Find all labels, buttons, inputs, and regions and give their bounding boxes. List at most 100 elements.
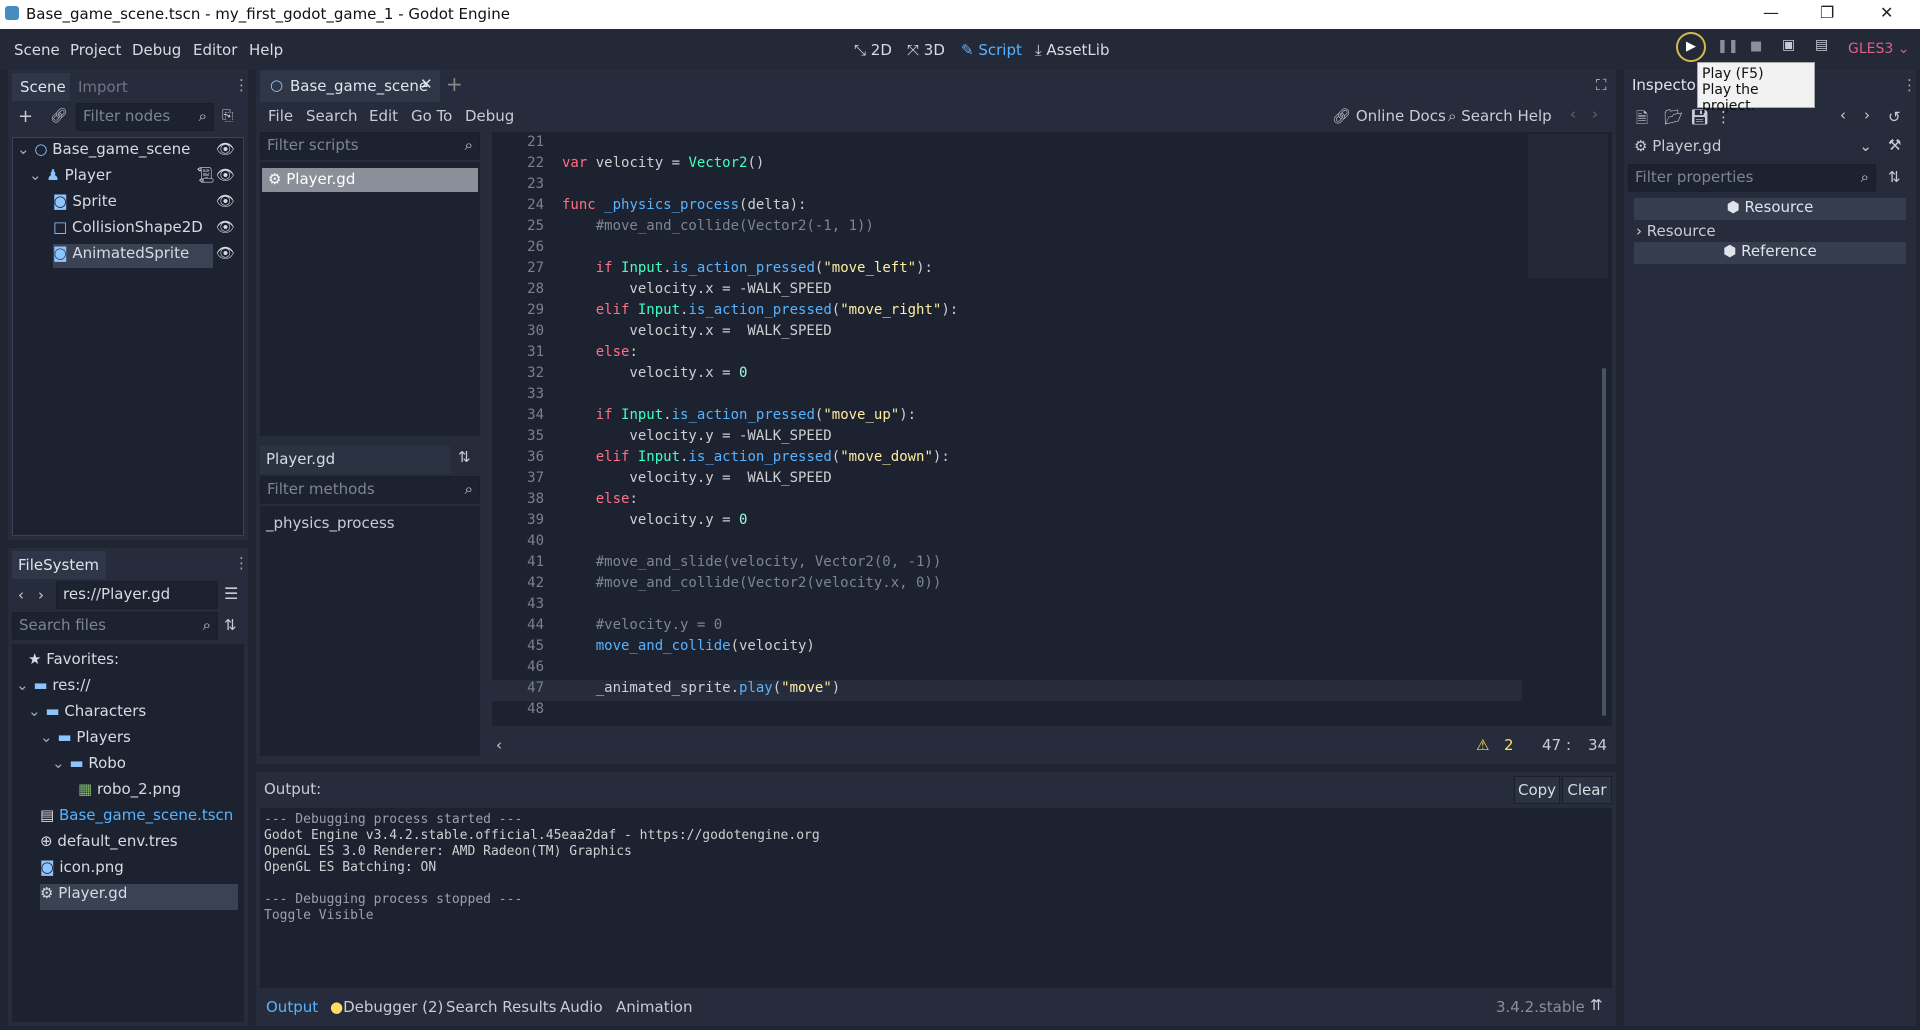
folder-robo[interactable]: ⌄ ▬ Robo (52, 754, 126, 780)
favorites-item[interactable]: ★ Favorites: (28, 650, 119, 676)
code-line[interactable]: 32 velocity.x = 0 (492, 365, 1522, 386)
code-line[interactable]: 24 func _physics_process(delta): (492, 197, 1522, 218)
bottom-tab-audio[interactable]: Audio (560, 998, 603, 1016)
minimize-button[interactable]: — (1763, 3, 1779, 22)
menu-scene[interactable]: Scene (14, 41, 60, 59)
code-editor[interactable]: 21 22 var velocity = Vector2() 23 24 func _ph… (492, 132, 1612, 726)
link-icon[interactable]: 🔗︎ (50, 108, 68, 124)
bottom-tab-animation[interactable]: Animation (616, 998, 692, 1016)
split-view-icon[interactable]: ☰ (224, 584, 238, 603)
code-line[interactable]: 30 velocity.x = WALK_SPEED (492, 323, 1522, 344)
history-forward-icon[interactable]: › (1592, 105, 1598, 123)
method-item[interactable]: _physics_process (266, 514, 395, 532)
node-base-game-scene[interactable]: ⌄ ○ Base_game_scene 👁︎ (17, 140, 241, 166)
visibility-eye-icon[interactable]: 👁︎ (216, 166, 235, 184)
script-menu-file[interactable]: File (268, 107, 293, 125)
history-back-icon[interactable]: ‹ (1840, 106, 1846, 124)
code-line[interactable]: 26 (492, 239, 1522, 260)
visibility-eye-icon[interactable]: 👁︎ (216, 140, 235, 158)
warning-icon[interactable]: ⚠ (1476, 736, 1489, 754)
node-player[interactable]: ⌄ ♟ Player 📜︎ 👁︎ (29, 166, 241, 192)
menu-help[interactable]: Help (249, 41, 283, 59)
section-resource-header[interactable]: ⬢ Resource (1634, 198, 1906, 220)
workspace-3d-button[interactable]: ⤧ 3D (907, 41, 945, 59)
visibility-eye-icon[interactable]: 👁︎ (216, 192, 235, 210)
play-custom-scene-button[interactable]: ▤ (1815, 37, 1828, 53)
visibility-eye-icon[interactable]: 👁︎ (216, 218, 235, 236)
editor-scene-tab[interactable]: ○ Base_game_scene ✕ (260, 70, 440, 102)
filter-methods-input[interactable]: Filter methods ⌕ (260, 476, 480, 504)
visibility-eye-icon[interactable]: 👁︎ (216, 244, 235, 262)
menu-project[interactable]: Project (70, 41, 121, 59)
code-line[interactable]: 21 (492, 134, 1522, 155)
pause-button[interactable]: ❚❚ (1717, 39, 1739, 54)
instance-scene-icon[interactable]: ⎘ (222, 108, 233, 124)
code-line[interactable]: 42 #move_and_collide(Vector2(velocity.x,… (492, 575, 1522, 596)
object-properties-icon[interactable]: ⚒ (1888, 136, 1901, 154)
code-line[interactable]: 33 (492, 386, 1522, 407)
code-line[interactable]: 38 else: (492, 491, 1522, 512)
code-line[interactable]: 46 (492, 659, 1522, 680)
sort-methods-icon[interactable]: ⇅ (458, 448, 471, 466)
file-default-env[interactable]: ⊕ default_env.tres (40, 832, 178, 858)
code-line[interactable]: 41 #move_and_slide(velocity, Vector2(0, … (492, 554, 1522, 575)
search-help-button[interactable]: ⌕ Search Help (1448, 107, 1552, 125)
dock-menu-icon[interactable]: ⋮ (234, 554, 249, 572)
add-tab-icon[interactable]: + (446, 72, 463, 96)
code-line[interactable]: 35 velocity.y = -WALK_SPEED (492, 428, 1522, 449)
open-folder-icon[interactable]: 📂︎ (1664, 108, 1683, 126)
code-line[interactable]: 23 (492, 176, 1522, 197)
script-menu-debug[interactable]: Debug (465, 107, 514, 125)
code-line[interactable]: 29 elif Input.is_action_pressed("move_ri… (492, 302, 1522, 323)
script-menu-edit[interactable]: Edit (369, 107, 398, 125)
dock-menu-icon[interactable]: ⋮ (234, 76, 249, 94)
bottom-tab-debugger[interactable]: ●Debugger (2) (330, 998, 443, 1016)
folder-res[interactable]: ⌄ ▬ res:// (16, 676, 90, 702)
forward-icon[interactable]: › (38, 586, 44, 604)
code-line[interactable]: 22 var velocity = Vector2() (492, 155, 1522, 176)
file-robo-2-png[interactable]: ▦ robo_2.png (78, 780, 181, 806)
vertical-scrollbar[interactable] (1602, 368, 1606, 716)
tab-filesystem[interactable]: FileSystem (12, 551, 106, 579)
clear-button[interactable]: Clear (1562, 776, 1612, 804)
dock-menu-icon[interactable]: ⋮ (1902, 76, 1917, 94)
history-back-icon[interactable]: ‹ (1570, 105, 1576, 123)
code-line[interactable]: 48 (492, 701, 1522, 722)
script-menu-search[interactable]: Search (306, 107, 358, 125)
workspace-assetlib-button[interactable]: ⤓ AssetLib (1035, 41, 1109, 59)
warning-count[interactable]: 2 (1504, 736, 1514, 754)
code-line[interactable]: 28 velocity.x = -WALK_SPEED (492, 281, 1522, 302)
folder-characters[interactable]: ⌄ ▬ Characters (28, 702, 146, 728)
filter-nodes-input[interactable]: Filter nodes ⌕ (76, 103, 214, 131)
section-reference-header[interactable]: ⬢ Reference (1634, 242, 1906, 264)
code-line[interactable]: 44 #velocity.y = 0 (492, 617, 1522, 638)
workspace-script-button[interactable]: ✎ Script (961, 41, 1022, 59)
node-collisionshape2d[interactable]: □ CollisionShape2D 👁︎ (53, 218, 241, 244)
folder-players[interactable]: ⌄ ▬ Players (40, 728, 131, 754)
renderer-select[interactable]: GLES3 ⌄ (1848, 41, 1909, 57)
copy-button[interactable]: Copy (1514, 776, 1560, 804)
script-menu-goto[interactable]: Go To (411, 107, 452, 125)
node-sprite[interactable]: ◙ Sprite 👁︎ (53, 192, 241, 218)
script-list-item[interactable]: ⚙ Player.gd (262, 168, 478, 192)
code-line[interactable]: 31 else: (492, 344, 1522, 365)
filter-properties-input[interactable]: Filter properties ⌕ (1628, 164, 1876, 192)
close-window-button[interactable]: ✕ (1880, 3, 1893, 22)
history-forward-icon[interactable]: › (1864, 106, 1870, 124)
bottom-tab-search-results[interactable]: Search Results (446, 998, 556, 1016)
history-icon[interactable]: ↺ (1888, 108, 1901, 126)
menu-editor[interactable]: Editor (193, 41, 237, 59)
new-resource-icon[interactable]: 🗎︎ (1636, 108, 1648, 133)
minimap[interactable] (1528, 134, 1608, 278)
code-line[interactable]: 45 move_and_collide(velocity) (492, 638, 1522, 659)
sort-properties-icon[interactable]: ⇅ (1888, 168, 1901, 186)
workspace-2d-button[interactable]: ⤡ 2D (854, 41, 892, 59)
node-animatedsprite[interactable]: ◙ AnimatedSprite 👁︎ (53, 244, 241, 270)
fullscreen-icon[interactable]: ⛶ (1596, 76, 1607, 94)
file-base-game-scene[interactable]: ▤ Base_game_scene.tscn (40, 806, 233, 832)
online-docs-button[interactable]: 🔗︎ Online Docs (1332, 107, 1446, 125)
sort-icon[interactable]: ⇅ (224, 616, 237, 634)
code-line[interactable]: 47 _animated_sprite.play("move") (492, 680, 1522, 701)
menu-debug[interactable]: Debug (132, 41, 181, 59)
code-line[interactable]: 34 if Input.is_action_pressed("move_up")… (492, 407, 1522, 428)
